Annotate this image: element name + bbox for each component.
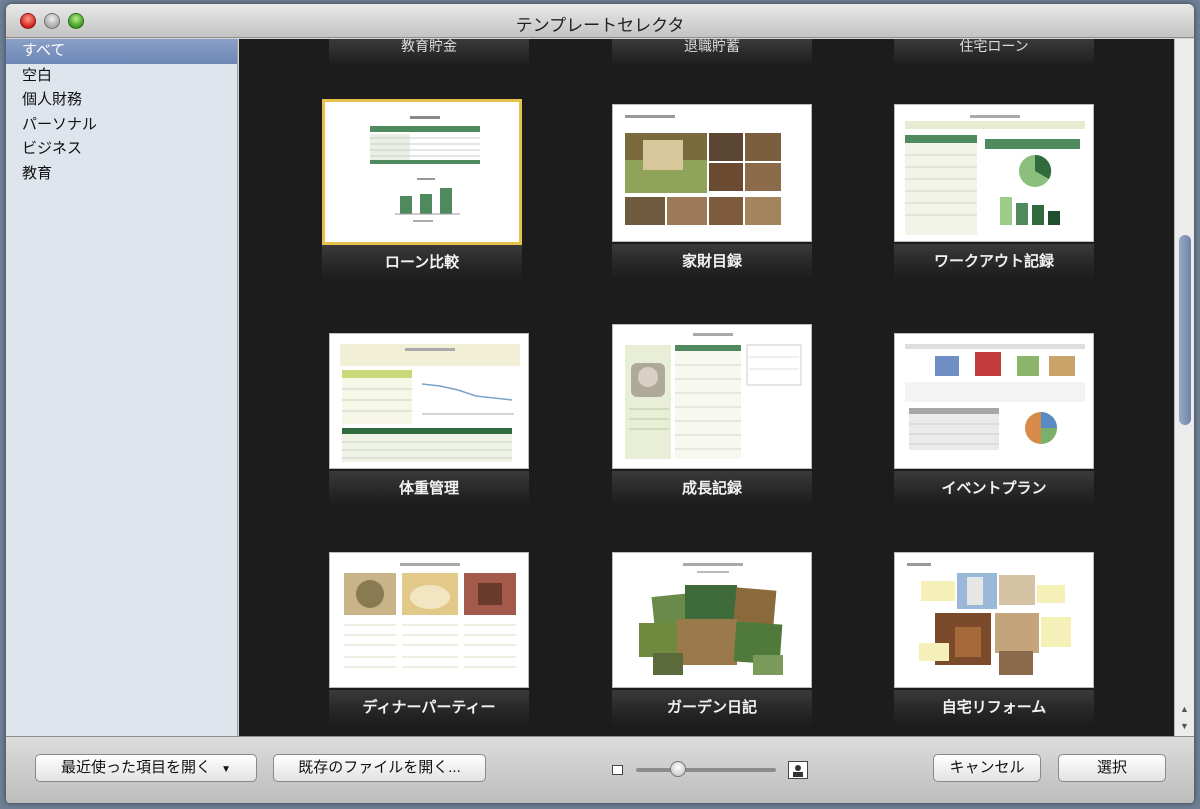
template-label-education-savings[interactable]: 教育貯金 [329, 39, 529, 63]
weight-management-thumbnail[interactable] [329, 333, 529, 469]
garden-diary-thumbnail[interactable] [612, 552, 812, 688]
small-thumbnail-size-icon[interactable] [612, 765, 623, 775]
sidebar-item-all[interactable]: すべて [6, 39, 237, 64]
choose-button[interactable]: 選択 [1058, 754, 1166, 782]
home-remodel-thumbnail[interactable] [894, 552, 1094, 688]
scroll-down-arrow-icon[interactable]: ▼ [1175, 718, 1194, 734]
template-grid: 教育貯金 退職貯蓄 住宅ローン ローン比較 家財目録 ワークアウト記録 体重管理… [239, 39, 1174, 736]
window-title: テンプレートセレクタ [515, 16, 685, 35]
open-existing-file-button[interactable]: 既存のファイルを開く... [273, 754, 486, 782]
thumbnail-size-slider[interactable] [636, 768, 776, 772]
template-label-mortgage[interactable]: 住宅ローン [894, 39, 1094, 63]
scroll-up-arrow-icon[interactable]: ▲ [1175, 701, 1194, 717]
thumbnail-size-slider-knob[interactable] [670, 761, 686, 777]
sidebar-item-personal[interactable]: パーソナル [6, 113, 237, 138]
growth-record-thumbnail[interactable] [612, 324, 812, 469]
template-caption: 家財目録 [612, 244, 812, 280]
loan-comparison-thumbnail[interactable] [322, 99, 522, 245]
template-caption: 自宅リフォーム [894, 690, 1094, 726]
sidebar-item-personal-finance[interactable]: 個人財務 [6, 88, 237, 113]
template-caption: ガーデン日記 [612, 690, 812, 726]
title-bar[interactable]: テンプレートセレクタ [6, 4, 1194, 38]
category-sidebar: すべて 空白 個人財務 パーソナル ビジネス 教育 [6, 39, 238, 736]
sidebar-item-blank[interactable]: 空白 [6, 64, 237, 89]
sidebar-item-education[interactable]: 教育 [6, 162, 237, 187]
large-thumbnail-size-icon[interactable] [788, 761, 808, 779]
bottom-toolbar: 最近使った項目を開く ▼ 既存のファイルを開く... キャンセル 選択 [6, 736, 1194, 803]
open-recent-label: 最近使った項目を開く [60, 759, 211, 776]
template-caption: ワークアウト記録 [894, 244, 1094, 280]
popup-arrow-icon: ▼ [221, 764, 232, 775]
grid-scrollbar[interactable]: ▲ ▼ [1174, 39, 1194, 736]
cancel-button[interactable]: キャンセル [933, 754, 1041, 782]
event-plan-thumbnail[interactable] [894, 333, 1094, 469]
template-caption: イベントプラン [894, 471, 1094, 507]
template-caption: 体重管理 [329, 471, 529, 507]
dinner-party-thumbnail[interactable] [329, 552, 529, 688]
open-recent-popup-button[interactable]: 最近使った項目を開く ▼ [35, 754, 257, 782]
template-caption: ディナーパーティー [329, 690, 529, 726]
template-label-retirement-savings[interactable]: 退職貯蓄 [612, 39, 812, 63]
template-caption: 成長記録 [612, 471, 812, 507]
sidebar-item-business[interactable]: ビジネス [6, 137, 237, 162]
scroll-thumb[interactable] [1179, 235, 1191, 425]
workout-log-thumbnail[interactable] [894, 104, 1094, 242]
home-inventory-thumbnail[interactable] [612, 104, 812, 242]
template-chooser-window: テンプレートセレクタ すべて 空白 個人財務 パーソナル ビジネス 教育 教育貯… [6, 4, 1194, 803]
template-caption: ローン比較 [322, 245, 522, 281]
